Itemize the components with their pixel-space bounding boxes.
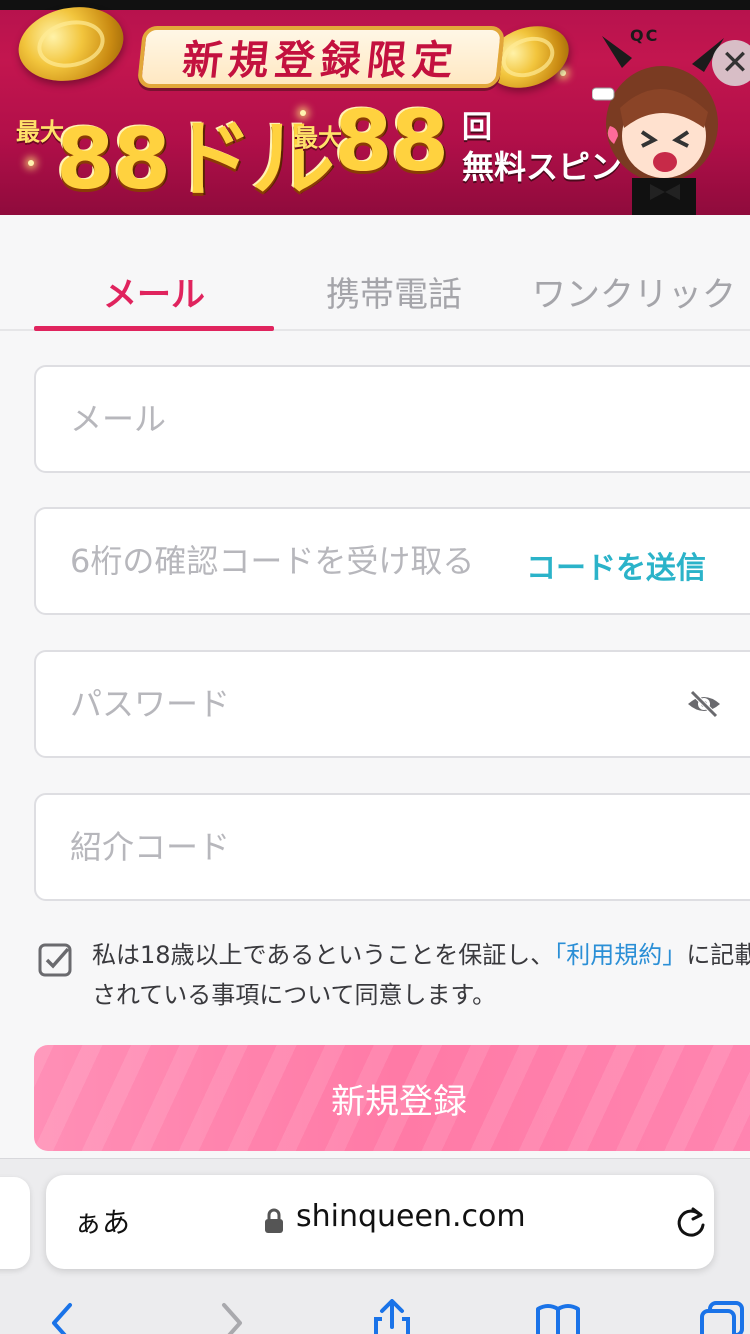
- register-button[interactable]: 新規登録: [34, 1045, 750, 1151]
- page-settings-button[interactable]: ぁあ: [74, 1201, 130, 1241]
- sparkle-decoration: [28, 160, 34, 166]
- email-input[interactable]: [68, 367, 508, 471]
- registration-tabs: メール 携帯電話 ワンクリック: [0, 215, 750, 331]
- eye-slash-icon[interactable]: [686, 688, 722, 720]
- terms-checkbox[interactable]: [38, 943, 72, 977]
- referral-code-input[interactable]: [68, 795, 508, 899]
- mascot-illustration: [592, 36, 724, 215]
- send-code-button[interactable]: コードを送信: [526, 543, 706, 587]
- active-tab-indicator: [34, 326, 274, 331]
- terms-text-before: 私は18歳以上であるということを保証し、: [92, 941, 555, 969]
- terms-text: 私は18歳以上であるということを保証し、「利用規約」に記載されている事項について…: [92, 935, 750, 1015]
- browser-chrome: ぁあ shinqueen.com: [0, 1158, 750, 1334]
- referral-code-field[interactable]: [34, 793, 750, 901]
- back-icon[interactable]: [40, 1299, 88, 1334]
- reload-icon[interactable]: [674, 1205, 708, 1241]
- spins-unit: 回: [462, 110, 492, 145]
- bookmarks-icon[interactable]: [534, 1299, 582, 1334]
- tab-email[interactable]: メール: [34, 267, 274, 315]
- page: 新規登録限定 最大 88ドル 最大 88 回 無料スピン QC ✕ メール 携帯…: [0, 0, 750, 1334]
- close-banner-button[interactable]: ✕: [712, 40, 750, 86]
- terms-of-use-link[interactable]: 「利用規約」: [554, 941, 686, 969]
- url-text[interactable]: shinqueen.com: [296, 1199, 526, 1234]
- password-field[interactable]: [34, 650, 750, 758]
- email-field[interactable]: [34, 365, 750, 473]
- verification-code-field[interactable]: コードを送信: [34, 507, 750, 615]
- tab-one-click[interactable]: ワンクリック: [514, 267, 750, 315]
- status-bar: [0, 0, 750, 10]
- address-bar[interactable]: ぁあ shinqueen.com: [46, 1175, 714, 1269]
- lock-icon: [265, 1208, 283, 1233]
- forward-icon[interactable]: [206, 1299, 254, 1334]
- sparkle-decoration: [560, 70, 566, 76]
- mascot-tag: QC: [630, 26, 660, 45]
- share-icon[interactable]: [368, 1299, 416, 1334]
- previous-tab-preview[interactable]: [0, 1177, 30, 1269]
- coin-icon: [11, 0, 131, 91]
- tabs-icon[interactable]: [698, 1299, 746, 1334]
- password-input[interactable]: [68, 652, 508, 756]
- promo-amount-spins: 88: [334, 92, 449, 190]
- promo-amount-dollars: 88ドル: [56, 110, 335, 208]
- close-icon: ✕: [720, 43, 750, 83]
- verification-code-input[interactable]: [68, 509, 508, 613]
- promo-ribbon: 新規登録限定: [136, 26, 506, 88]
- registration-form: メール 携帯電話 ワンクリック コードを送信: [0, 215, 750, 1160]
- tab-mobile[interactable]: 携帯電話: [274, 267, 514, 315]
- promo-banner[interactable]: 新規登録限定 最大 88ドル 最大 88 回 無料スピン QC ✕: [0, 0, 750, 215]
- browser-toolbar: [0, 1285, 750, 1334]
